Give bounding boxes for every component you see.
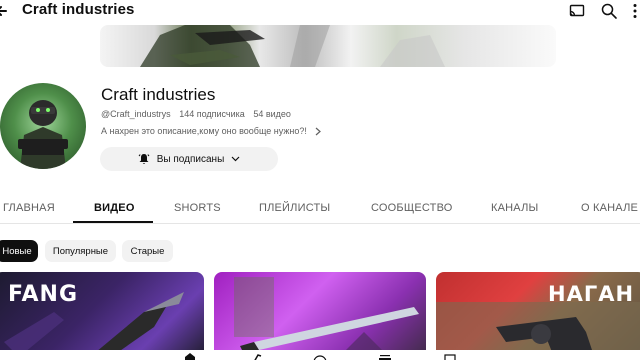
tab-community[interactable]: СООБЩЕСТВО	[371, 202, 453, 214]
library-icon[interactable]	[442, 352, 458, 360]
arrow-left-icon[interactable]	[0, 2, 10, 20]
subscriptions-icon[interactable]	[377, 352, 393, 360]
tab-videos[interactable]: ВИДЕО	[94, 202, 135, 214]
channel-tabs: ГЛАВНАЯ ВИДЕО SHORTS ПЛЕЙЛИСТЫ СООБЩЕСТВ…	[0, 190, 640, 224]
page-title: Craft industries	[22, 1, 135, 18]
video-thumbnail[interactable]	[214, 272, 426, 360]
channel-banner	[100, 25, 556, 67]
app-bar: Craft industries	[0, 0, 640, 22]
tab-channels[interactable]: КАНАЛЫ	[491, 202, 538, 214]
create-icon[interactable]	[312, 352, 328, 360]
subscribed-label: Вы подписаны	[156, 153, 225, 165]
home-icon[interactable]	[182, 352, 198, 360]
tab-shorts[interactable]: SHORTS	[174, 202, 221, 214]
subscribed-button[interactable]: Вы подписаны	[100, 147, 278, 171]
channel-handle: @Craft_industrys	[101, 109, 171, 119]
chevron-right-icon	[315, 127, 321, 135]
channel-name: Craft industries	[101, 85, 216, 104]
channel-description-text: А нахрен это описание,кому оно вообще ну…	[101, 126, 307, 136]
filter-chip-oldest[interactable]: Старые	[122, 240, 173, 262]
shorts-icon[interactable]	[248, 352, 264, 360]
tab-playlists[interactable]: ПЛЕЙЛИСТЫ	[259, 202, 330, 214]
channel-meta: @Craft_industrys 144 подписчика 54 видео	[101, 109, 297, 119]
video-count: 54 видео	[253, 109, 291, 119]
chevron-down-icon	[231, 156, 240, 162]
tab-home[interactable]: ГЛАВНАЯ	[3, 202, 55, 214]
channel-description[interactable]: А нахрен это описание,кому оно вообще ну…	[101, 126, 321, 136]
thumbnail-title: НАГАН	[548, 282, 635, 306]
channel-avatar[interactable]	[0, 83, 86, 169]
video-thumbnail[interactable]: НАГАН	[436, 272, 640, 360]
video-thumbnail[interactable]: FANG	[0, 272, 204, 360]
active-tab-indicator	[73, 221, 153, 223]
subscriber-count: 144 подписчика	[179, 109, 245, 119]
filter-chip-newest[interactable]: Новые	[0, 240, 38, 262]
tab-about[interactable]: О КАНАЛЕ	[581, 202, 638, 214]
bell-icon	[138, 154, 150, 164]
filter-chip-popular[interactable]: Популярные	[45, 240, 116, 262]
search-icon[interactable]	[600, 2, 618, 20]
more-vert-icon[interactable]	[626, 2, 640, 20]
cast-icon[interactable]	[568, 2, 586, 20]
thumbnail-title: FANG	[8, 282, 78, 307]
